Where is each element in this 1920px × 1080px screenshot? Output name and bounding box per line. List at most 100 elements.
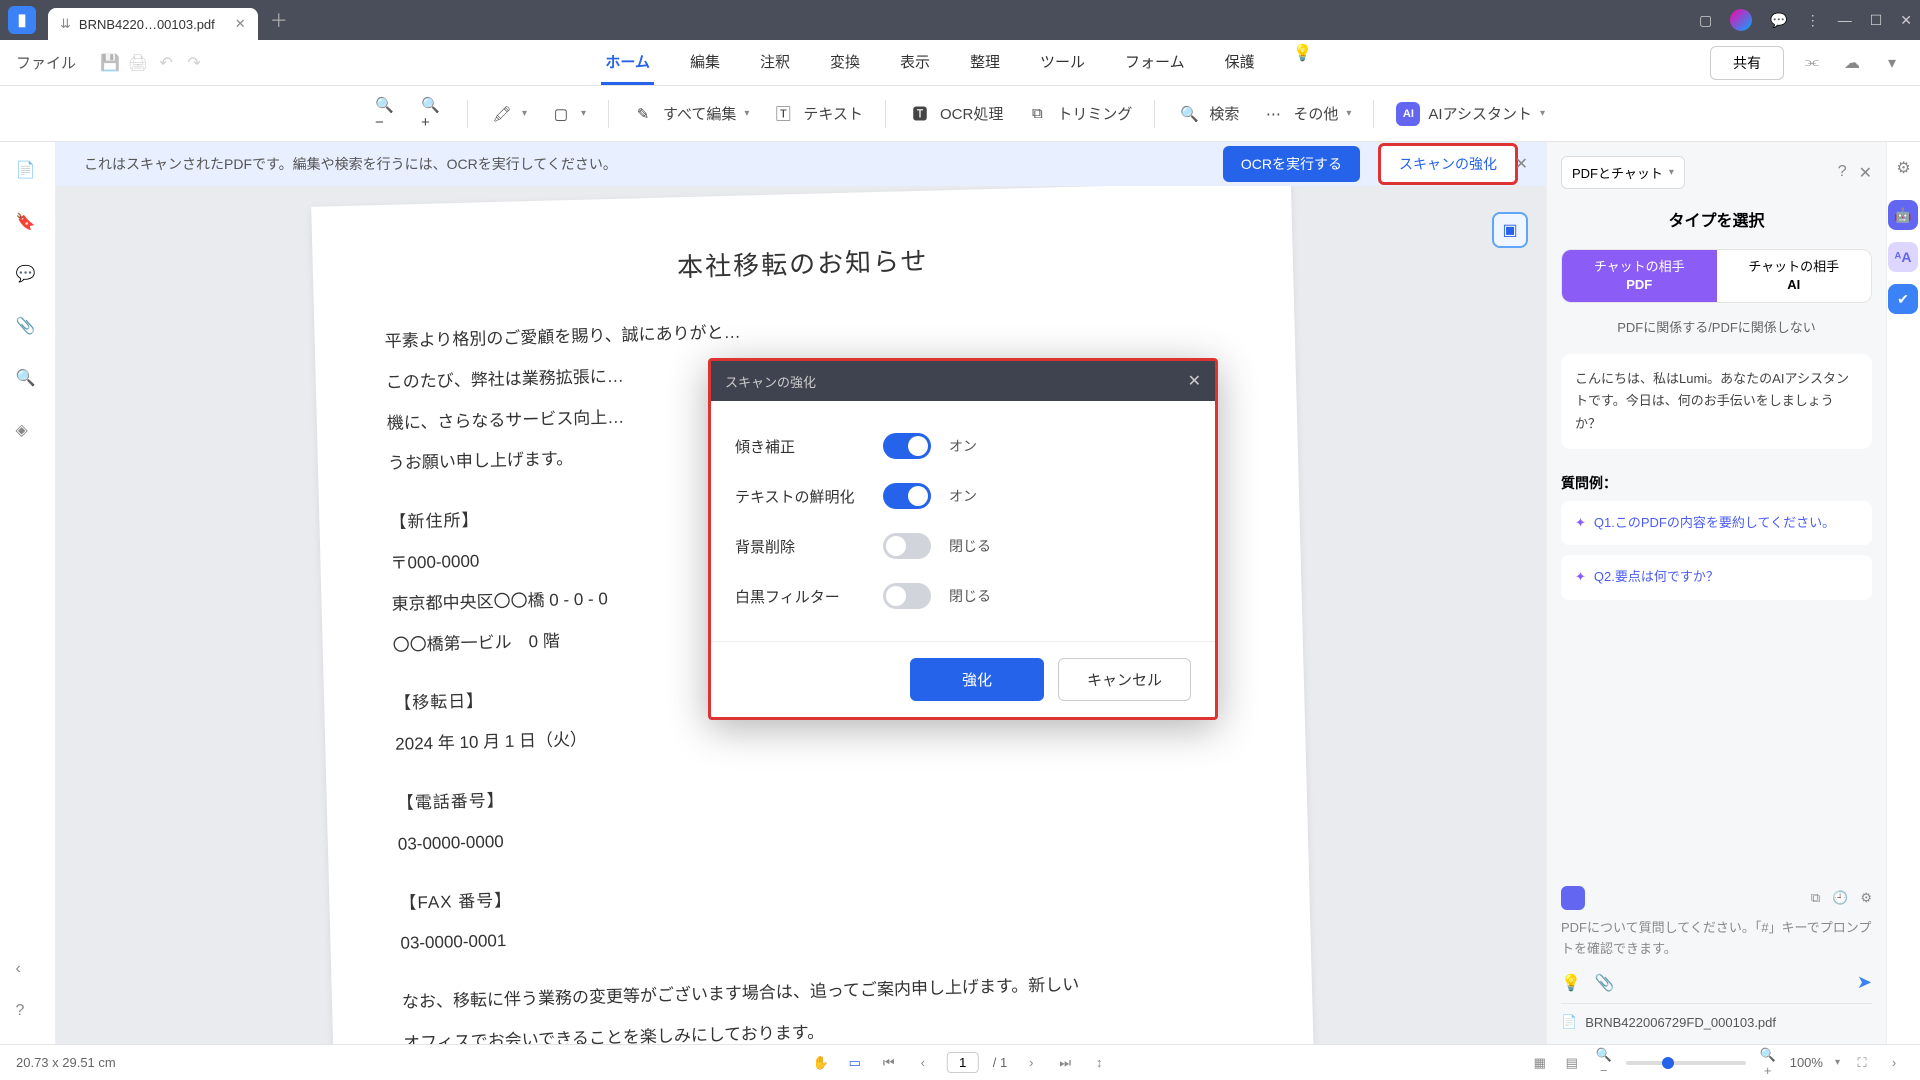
lightbulb-icon[interactable]: 💡 bbox=[1291, 41, 1315, 65]
comment-icon[interactable]: 💬 bbox=[1770, 12, 1787, 29]
close-window-icon[interactable]: ✕ bbox=[1900, 12, 1912, 29]
segment-pdf[interactable]: チャットの相手 PDF bbox=[1562, 250, 1717, 302]
attachment-icon[interactable]: 📎 bbox=[16, 316, 40, 340]
ai-bubble-icon[interactable]: 🤖 bbox=[1888, 200, 1918, 230]
tab-annotate[interactable]: 注釈 bbox=[756, 41, 794, 85]
collapse-sidebar-icon[interactable]: ‹ bbox=[16, 960, 40, 984]
zoom-in-status-icon[interactable]: 🔍+ bbox=[1758, 1047, 1778, 1078]
file-menu[interactable]: ファイル bbox=[16, 52, 76, 73]
fullscreen-icon[interactable]: ⛶ bbox=[1852, 1055, 1872, 1071]
tab-edit[interactable]: 編集 bbox=[686, 41, 724, 85]
next-page-icon[interactable]: › bbox=[1021, 1055, 1041, 1070]
ai-attached-file[interactable]: 📄 BRNB422006729FD_000103.pdf bbox=[1561, 1003, 1872, 1030]
settings-icon[interactable]: ⚙ bbox=[1860, 890, 1872, 906]
toggle-background[interactable] bbox=[883, 533, 931, 559]
document-tab[interactable]: ⇊ BRNB4220…00103.pdf ✕ bbox=[48, 8, 258, 40]
page-mode-icon[interactable]: ▤ bbox=[1562, 1055, 1582, 1071]
zoom-slider[interactable] bbox=[1626, 1061, 1746, 1065]
search-sidebar-icon[interactable]: 🔍 bbox=[16, 368, 40, 392]
scroll-mode-icon[interactable]: ↕ bbox=[1089, 1055, 1109, 1070]
comment-sidebar-icon[interactable]: 💬 bbox=[16, 264, 40, 288]
dialog-footer: 強化 キャンセル bbox=[711, 641, 1215, 717]
zoom-level[interactable]: 100% bbox=[1790, 1055, 1823, 1070]
page-number-input[interactable] bbox=[947, 1052, 979, 1073]
enhance-scan-button[interactable]: スキャンの強化 bbox=[1378, 143, 1518, 185]
zoom-in-button[interactable]: 🔍+ bbox=[421, 102, 445, 126]
maximize-icon[interactable]: ☐ bbox=[1870, 12, 1883, 29]
save-icon[interactable]: 💾 bbox=[98, 51, 122, 75]
attach-icon[interactable]: 📎 bbox=[1595, 973, 1615, 993]
hand-tool-icon[interactable]: ✋ bbox=[811, 1055, 831, 1071]
panel-settings-icon[interactable]: ⚙ bbox=[1887, 142, 1920, 178]
layers-icon[interactable]: ◈ bbox=[16, 420, 40, 444]
tab-form[interactable]: フォーム bbox=[1121, 41, 1189, 85]
ai-mode-dropdown[interactable]: PDFとチャット▾ bbox=[1561, 156, 1685, 189]
example-question-2[interactable]: ✦Q2.要点は何ですか？ bbox=[1561, 555, 1872, 600]
trim-tool[interactable]: ⧉トリミング bbox=[1025, 102, 1132, 126]
page-icon[interactable]: 📄 bbox=[16, 160, 40, 184]
minimize-icon[interactable]: — bbox=[1838, 12, 1852, 28]
redo-icon[interactable]: ↷ bbox=[182, 51, 206, 75]
print-icon[interactable]: 🖨 bbox=[126, 51, 150, 75]
more-icon[interactable]: ⋮ bbox=[1806, 12, 1820, 29]
user-avatar[interactable] bbox=[1730, 9, 1752, 31]
separator bbox=[1154, 100, 1155, 128]
banner-close-icon[interactable]: ✕ bbox=[1515, 154, 1528, 174]
share-network-icon[interactable]: ⫘ bbox=[1800, 51, 1824, 75]
other-tool[interactable]: ⋯その他▾ bbox=[1261, 102, 1351, 126]
zoom-out-button[interactable]: 🔍− bbox=[375, 102, 399, 126]
close-tab-icon[interactable]: ✕ bbox=[235, 16, 246, 32]
cancel-button[interactable]: キャンセル bbox=[1058, 658, 1191, 701]
ai-hint-row: ⧉ 🕘 ⚙ bbox=[1561, 886, 1872, 910]
toggle-bw[interactable] bbox=[883, 583, 931, 609]
ocr-tool[interactable]: 🆃OCR処理 bbox=[908, 102, 1003, 126]
edit-all-tool[interactable]: ✎すべて編集▾ bbox=[631, 102, 749, 126]
check-icon[interactable]: ✔ bbox=[1888, 284, 1918, 314]
last-page-icon[interactable]: ⏭ bbox=[1055, 1055, 1075, 1071]
prev-page-icon[interactable]: ‹ bbox=[913, 1055, 933, 1070]
copy-icon[interactable]: ⧉ bbox=[1811, 890, 1820, 906]
text-tool[interactable]: 🅃テキスト bbox=[771, 102, 863, 126]
first-page-icon[interactable]: ⏮ bbox=[879, 1055, 899, 1071]
tab-home[interactable]: ホーム bbox=[601, 41, 654, 85]
menubar-tabs: ホーム 編集 注釈 変換 表示 整理 ツール フォーム 保護 💡 bbox=[601, 41, 1314, 85]
more-menu-icon[interactable]: ▾ bbox=[1880, 51, 1904, 75]
ai-close-icon[interactable]: ✕ bbox=[1859, 163, 1872, 183]
shape-tool[interactable]: ▢▾ bbox=[549, 102, 586, 126]
tab-protect[interactable]: 保護 bbox=[1221, 41, 1259, 85]
option-bw: 白黒フィルター 閉じる bbox=[735, 571, 1191, 621]
new-tab-button[interactable]: ＋ bbox=[270, 7, 288, 33]
layout-icon[interactable]: ▦ bbox=[1530, 1055, 1550, 1071]
statusbar: 20.73 x 29.51 cm ✋ ▭ ⏮ ‹ / 1 › ⏭ ↕ ▦ ▤ 🔍… bbox=[0, 1044, 1920, 1080]
send-icon[interactable]: ➤ bbox=[1857, 972, 1872, 993]
undo-icon[interactable]: ↶ bbox=[154, 51, 178, 75]
example-question-1[interactable]: ✦Q1.このPDFの内容を要約してください。 bbox=[1561, 501, 1872, 546]
ai-input-placeholder[interactable]: PDFについて質問してください。「#」キーでプロンプトを確認できます。 bbox=[1561, 918, 1872, 960]
toggle-sharpen[interactable] bbox=[883, 483, 931, 509]
tab-convert[interactable]: 変換 bbox=[826, 41, 864, 85]
device-icon[interactable]: ▢ bbox=[1699, 12, 1712, 29]
tab-organize[interactable]: 整理 bbox=[966, 41, 1004, 85]
highlighter-tool[interactable]: 🖍▾ bbox=[490, 102, 527, 126]
help-icon[interactable]: ? bbox=[16, 1002, 40, 1026]
ai-panel: PDFとチャット▾ ? ✕ タイプを選択 チャットの相手 PDF チャットの相手… bbox=[1546, 142, 1886, 1044]
segment-ai[interactable]: チャットの相手 AI bbox=[1717, 250, 1872, 302]
expand-panel-icon[interactable]: › bbox=[1884, 1055, 1904, 1070]
search-tool[interactable]: 🔍検索 bbox=[1177, 102, 1239, 126]
dialog-close-icon[interactable]: ✕ bbox=[1188, 371, 1201, 391]
translate-icon[interactable]: ᴬA bbox=[1888, 242, 1918, 272]
toggle-skew[interactable] bbox=[883, 433, 931, 459]
cloud-icon[interactable]: ☁ bbox=[1840, 51, 1864, 75]
lightbulb-icon[interactable]: 💡 bbox=[1561, 973, 1581, 993]
history-icon[interactable]: 🕘 bbox=[1832, 890, 1848, 906]
ai-assistant-tool[interactable]: AIAIアシスタント▾ bbox=[1396, 102, 1545, 126]
zoom-out-status-icon[interactable]: 🔍− bbox=[1594, 1047, 1614, 1078]
ai-help-icon[interactable]: ? bbox=[1838, 163, 1847, 183]
bookmark-icon[interactable]: 🔖 bbox=[16, 212, 40, 236]
tab-view[interactable]: 表示 bbox=[896, 41, 934, 85]
enhance-confirm-button[interactable]: 強化 bbox=[910, 658, 1044, 701]
select-tool-icon[interactable]: ▭ bbox=[845, 1055, 865, 1071]
share-button[interactable]: 共有 bbox=[1710, 46, 1784, 80]
run-ocr-button[interactable]: OCRを実行する bbox=[1223, 146, 1360, 182]
tab-tools[interactable]: ツール bbox=[1036, 41, 1089, 85]
